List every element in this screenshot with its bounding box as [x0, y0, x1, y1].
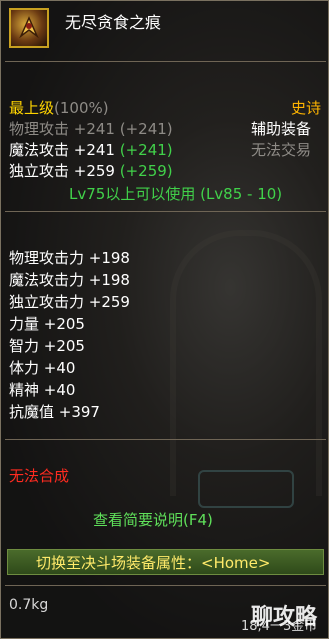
indep-attack-bonus: (+259): [119, 162, 173, 180]
switch-arena-label: 切换至决斗场装备属性：<Home>: [36, 554, 271, 572]
item-tooltip: 无尽贪食之痕 最上级(100%) 史诗 物理攻击 +241 (+241) 辅助装…: [0, 0, 329, 639]
item-grade: 最上级(100%): [9, 97, 109, 118]
indep-attack: 独立攻击 +259 (+259): [9, 160, 173, 181]
magic-attack: 魔法攻击 +241 (+241): [9, 139, 173, 160]
divider: [5, 439, 326, 440]
indep-attack-label: 独立攻击 +259: [9, 162, 115, 180]
view-brief-button[interactable]: 查看简要说明(F4): [1, 503, 329, 535]
stat-line: 精神 +40: [9, 381, 76, 399]
divider: [5, 61, 326, 62]
divider: [5, 211, 326, 212]
magic-attack-bonus: (+241): [119, 141, 173, 159]
phys-attack: 物理攻击 +241 (+241): [9, 120, 173, 138]
item-rarity: 史诗: [291, 99, 322, 117]
stat-line: 体力 +40: [9, 359, 76, 377]
item-name: 无尽贪食之痕: [65, 13, 162, 32]
item-weight: 0.7kg: [9, 597, 49, 613]
level-requirement: Lv75以上可以使用 (Lv85 - 10): [69, 185, 283, 203]
stat-line: 力量 +205: [9, 315, 85, 333]
view-brief-label: 查看简要说明(F4): [93, 511, 213, 529]
divider: [5, 585, 326, 586]
trade-status: 无法交易: [251, 141, 312, 159]
stat-line: 智力 +205: [9, 337, 85, 355]
equip-type: 辅助装备: [251, 120, 312, 138]
stat-line: 独立攻击力 +259: [9, 293, 130, 311]
cannot-synthesize: 无法合成: [9, 467, 70, 485]
item-emblem-icon[interactable]: [9, 8, 49, 48]
stat-line: 物理攻击力 +198: [9, 249, 130, 267]
grade-percent: (100%): [54, 99, 109, 117]
grade-text: 最上级: [9, 99, 55, 117]
stat-line: 抗魔值 +397: [9, 403, 100, 421]
magic-attack-label: 魔法攻击 +241: [9, 141, 115, 159]
watermark-logo: 聊攻略: [251, 605, 318, 630]
tooltip-header: 无尽贪食之痕: [1, 1, 329, 61]
stat-line: 魔法攻击力 +198: [9, 271, 130, 289]
switch-arena-button[interactable]: 切换至决斗场装备属性：<Home>: [7, 549, 324, 575]
